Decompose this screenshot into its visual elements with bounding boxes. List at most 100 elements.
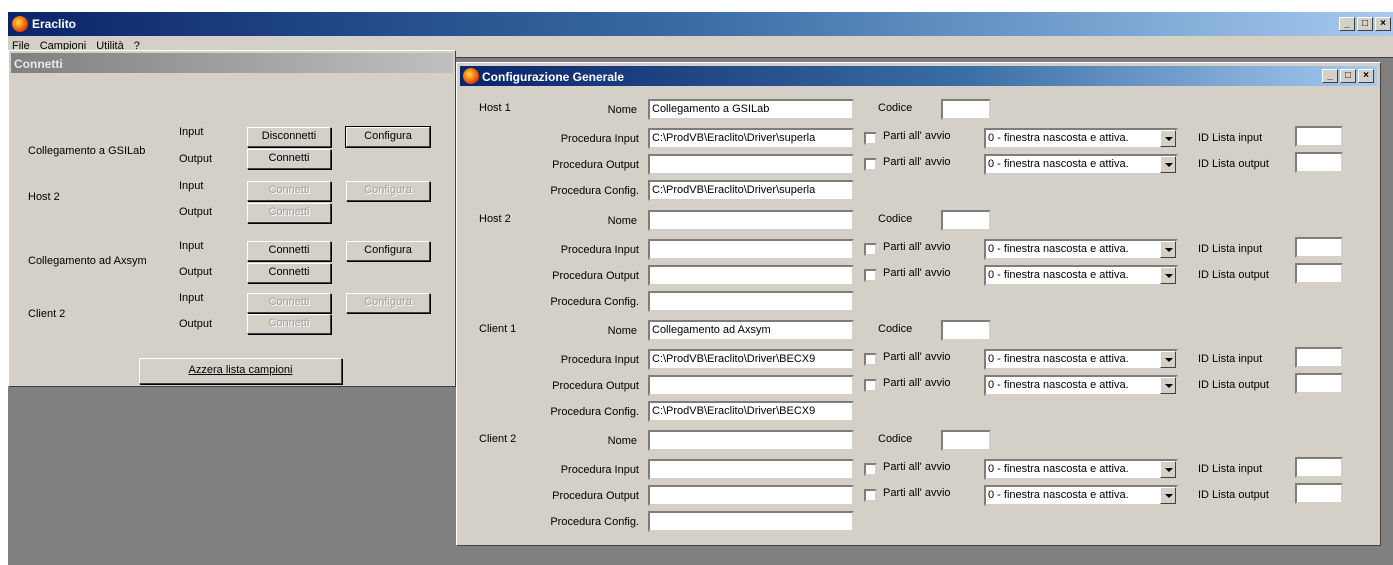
id-lista-input-field[interactable] bbox=[1295, 237, 1343, 258]
autostart-label: Parti all' avvio bbox=[883, 351, 951, 363]
chevron-down-icon[interactable] bbox=[1160, 241, 1176, 258]
connect-input-button[interactable]: Connetti bbox=[247, 293, 331, 313]
reset-samples-label: Azzera lista campioni bbox=[188, 364, 293, 376]
procedura-input-label: Procedura Input bbox=[560, 244, 639, 256]
window-mode-select[interactable]: 0 - finestra nascosta e attiva. bbox=[984, 239, 1178, 260]
nome-label: Nome bbox=[607, 325, 637, 337]
procedura-config-field[interactable] bbox=[648, 511, 854, 532]
nome-label: Nome bbox=[607, 104, 637, 116]
connect-input-button[interactable]: Connetti bbox=[247, 241, 331, 261]
id-lista-input-field[interactable] bbox=[1295, 457, 1343, 478]
minimize-button[interactable]: _ bbox=[1339, 17, 1355, 31]
chevron-down-icon[interactable] bbox=[1160, 267, 1176, 284]
configure-button[interactable]: Configura bbox=[346, 293, 430, 313]
procedura-output-field[interactable] bbox=[648, 154, 854, 175]
configure-button[interactable]: Configura bbox=[346, 241, 430, 261]
autostart-checkbox[interactable] bbox=[864, 463, 877, 476]
id-lista-output-label: ID Lista output bbox=[1198, 158, 1269, 170]
codice-label: Codice bbox=[878, 323, 913, 335]
procedura-input-field[interactable]: C:\ProdVB\Eraclito\Driver\BECX9 bbox=[648, 349, 854, 370]
connect-output-button[interactable]: Connetti bbox=[247, 263, 331, 283]
section-label: Client 2 bbox=[479, 433, 517, 445]
procedura-config-label: Procedura Config. bbox=[550, 185, 639, 197]
autostart-checkbox[interactable] bbox=[864, 379, 877, 392]
window-mode-select[interactable]: 0 - finestra nascosta e attiva. bbox=[984, 459, 1178, 480]
autostart-label: Parti all' avvio bbox=[883, 487, 951, 499]
procedura-input-field[interactable]: C:\ProdVB\Eraclito\Driver\superla bbox=[648, 128, 854, 149]
chevron-down-icon[interactable] bbox=[1160, 351, 1176, 368]
window-mode-value: 0 - finestra nascosta e attiva. bbox=[988, 269, 1129, 281]
nome-field[interactable]: Collegamento a GSILab bbox=[648, 99, 854, 120]
id-lista-input-field[interactable] bbox=[1295, 347, 1343, 368]
output-label: Output bbox=[179, 266, 213, 278]
autostart-label: Parti all' avvio bbox=[883, 461, 951, 473]
main-title-bar: Eraclito _ □ × bbox=[8, 12, 1393, 36]
nome-field[interactable] bbox=[648, 210, 854, 231]
autostart-checkbox[interactable] bbox=[864, 489, 877, 502]
id-lista-input-label: ID Lista input bbox=[1198, 243, 1263, 255]
configure-button[interactable]: Configura bbox=[345, 126, 431, 148]
procedura-output-field[interactable] bbox=[648, 485, 854, 506]
close-button[interactable]: × bbox=[1375, 17, 1391, 31]
autostart-checkbox[interactable] bbox=[864, 158, 877, 171]
autostart-checkbox[interactable] bbox=[864, 243, 877, 256]
procedura-input-field[interactable] bbox=[648, 459, 854, 480]
group-name: Collegamento ad Axsym bbox=[28, 255, 147, 267]
id-lista-input-field[interactable] bbox=[1295, 126, 1343, 147]
configure-button[interactable]: Configura bbox=[346, 181, 430, 201]
procedura-input-label: Procedura Input bbox=[560, 354, 639, 366]
id-lista-input-label: ID Lista input bbox=[1198, 463, 1263, 475]
codice-label: Codice bbox=[878, 213, 913, 225]
window-mode-select[interactable]: 0 - finestra nascosta e attiva. bbox=[984, 349, 1178, 370]
id-lista-output-field[interactable] bbox=[1295, 483, 1343, 504]
id-lista-output-field[interactable] bbox=[1295, 152, 1343, 173]
procedura-config-field[interactable]: C:\ProdVB\Eraclito\Driver\BECX9 bbox=[648, 401, 854, 422]
disconnect-input-button[interactable]: Disconnetti bbox=[247, 127, 331, 147]
nome-field[interactable]: Collegamento ad Axsym bbox=[648, 320, 854, 341]
procedura-input-field[interactable] bbox=[648, 239, 854, 260]
procedura-output-field[interactable] bbox=[648, 265, 854, 286]
procedura-input-label: Procedura Input bbox=[560, 133, 639, 145]
connect-output-button[interactable]: Connetti bbox=[247, 203, 331, 223]
codice-field[interactable] bbox=[941, 99, 991, 120]
section-label: Host 2 bbox=[479, 213, 511, 225]
autostart-checkbox[interactable] bbox=[864, 269, 877, 282]
group-name: Client 2 bbox=[28, 308, 66, 320]
procedura-config-field[interactable]: C:\ProdVB\Eraclito\Driver\superla bbox=[648, 180, 854, 201]
procedura-output-field[interactable] bbox=[648, 375, 854, 396]
chevron-down-icon[interactable] bbox=[1160, 377, 1176, 394]
autostart-label: Parti all' avvio bbox=[883, 156, 951, 168]
procedura-output-label: Procedura Output bbox=[552, 270, 639, 282]
id-lista-output-label: ID Lista output bbox=[1198, 269, 1269, 281]
window-mode-select[interactable]: 0 - finestra nascosta e attiva. bbox=[984, 375, 1178, 396]
group-name: Host 2 bbox=[28, 191, 60, 203]
id-lista-output-field[interactable] bbox=[1295, 263, 1343, 284]
config-maximize-button[interactable]: □ bbox=[1340, 69, 1356, 83]
window-mode-select[interactable]: 0 - finestra nascosta e attiva. bbox=[984, 154, 1178, 175]
procedura-config-field[interactable] bbox=[648, 291, 854, 312]
connect-output-button[interactable]: Connetti bbox=[247, 149, 331, 169]
app-title: Eraclito bbox=[32, 17, 77, 31]
chevron-down-icon[interactable] bbox=[1160, 487, 1176, 504]
procedura-output-label: Procedura Output bbox=[552, 490, 639, 502]
chevron-down-icon[interactable] bbox=[1160, 461, 1176, 478]
output-label: Output bbox=[179, 206, 213, 218]
connect-input-button[interactable]: Connetti bbox=[247, 181, 331, 201]
codice-field[interactable] bbox=[941, 430, 991, 451]
window-mode-select[interactable]: 0 - finestra nascosta e attiva. bbox=[984, 485, 1178, 506]
codice-field[interactable] bbox=[941, 320, 991, 341]
config-minimize-button[interactable]: _ bbox=[1322, 69, 1338, 83]
autostart-checkbox[interactable] bbox=[864, 353, 877, 366]
maximize-button[interactable]: □ bbox=[1357, 17, 1373, 31]
codice-field[interactable] bbox=[941, 210, 991, 231]
config-close-button[interactable]: × bbox=[1358, 69, 1374, 83]
nome-field[interactable] bbox=[648, 430, 854, 451]
window-mode-select[interactable]: 0 - finestra nascosta e attiva. bbox=[984, 265, 1178, 286]
chevron-down-icon[interactable] bbox=[1160, 156, 1176, 173]
chevron-down-icon[interactable] bbox=[1160, 130, 1176, 147]
window-mode-select[interactable]: 0 - finestra nascosta e attiva. bbox=[984, 128, 1178, 149]
reset-samples-button[interactable]: Azzera lista campioni bbox=[139, 358, 342, 384]
id-lista-output-field[interactable] bbox=[1295, 373, 1343, 394]
connect-output-button[interactable]: Connetti bbox=[247, 314, 331, 334]
autostart-checkbox[interactable] bbox=[864, 132, 877, 145]
